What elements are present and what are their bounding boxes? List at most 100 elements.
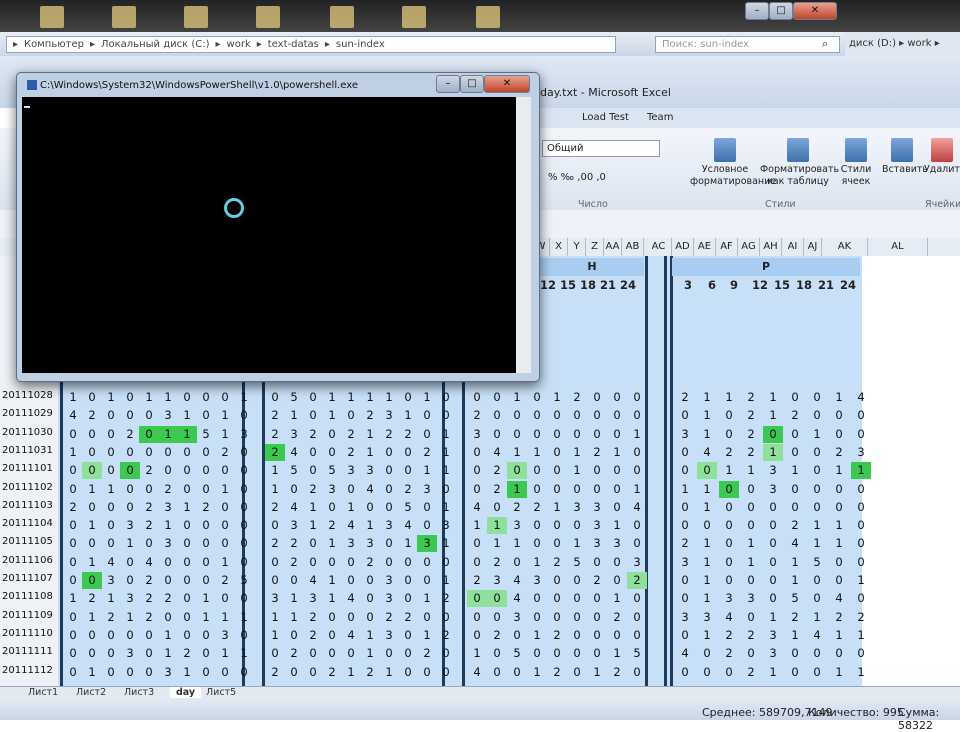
cell-value[interactable]: 1 <box>437 427 455 441</box>
cell-value[interactable]: 0 <box>64 573 82 587</box>
cell-value[interactable]: 2 <box>786 408 804 422</box>
cell-value[interactable]: 0 <box>437 408 455 422</box>
cell-value[interactable]: 2 <box>437 591 455 605</box>
cell-value[interactable]: 1 <box>216 610 234 624</box>
cell-value[interactable]: 1 <box>437 500 455 514</box>
cell-value[interactable]: 2 <box>742 628 760 642</box>
cell-value[interactable]: 1 <box>742 536 760 550</box>
cell-value[interactable]: 4 <box>64 408 82 422</box>
cell-value[interactable]: 0 <box>528 610 546 624</box>
cell-value[interactable]: 1 <box>285 591 303 605</box>
cell-value[interactable]: 0 <box>528 390 546 404</box>
cell-value[interactable]: 2 <box>588 573 606 587</box>
cell-value[interactable]: 1 <box>285 610 303 624</box>
cell-value[interactable]: 1 <box>159 646 177 660</box>
cell-value[interactable]: 0 <box>568 591 586 605</box>
cell-value[interactable]: 2 <box>399 610 417 624</box>
cell-value[interactable]: 0 <box>528 646 546 660</box>
cell-value[interactable]: 1 <box>720 390 738 404</box>
cell-value[interactable]: 0 <box>102 500 120 514</box>
cell-value[interactable]: 0 <box>380 482 398 496</box>
cell-value[interactable]: 1 <box>323 573 341 587</box>
cell-value[interactable]: 0 <box>830 573 848 587</box>
cell-value[interactable]: 2 <box>676 390 694 404</box>
cell-value[interactable]: 2 <box>468 408 486 422</box>
cell-value[interactable]: 0 <box>418 555 436 569</box>
cell-value[interactable]: 4 <box>304 573 322 587</box>
cell-value[interactable]: 1 <box>323 390 341 404</box>
cell-value[interactable]: 2 <box>588 445 606 459</box>
cell-value[interactable]: 0 <box>628 536 646 550</box>
cell-value[interactable]: 5 <box>568 555 586 569</box>
cell-value[interactable]: 0 <box>216 591 234 605</box>
cell-value[interactable]: 0 <box>764 573 782 587</box>
cell-value[interactable]: 4 <box>628 500 646 514</box>
cell-value[interactable]: 0 <box>83 445 101 459</box>
cell-value[interactable]: 0 <box>488 591 506 605</box>
cell-value[interactable]: 0 <box>588 555 606 569</box>
cell-value[interactable]: 3 <box>528 573 546 587</box>
cell-value[interactable]: 1 <box>508 536 526 550</box>
cell-value[interactable]: 1 <box>361 628 379 642</box>
cell-value[interactable]: 0 <box>676 408 694 422</box>
cell-value[interactable]: 0 <box>64 536 82 550</box>
cell-value[interactable]: 0 <box>83 573 101 587</box>
cell-value[interactable]: 0 <box>64 555 82 569</box>
cell-value[interactable]: 2 <box>140 573 158 587</box>
cell-value[interactable]: 0 <box>568 408 586 422</box>
cell-value[interactable]: 0 <box>568 427 586 441</box>
cell-value[interactable]: 0 <box>418 427 436 441</box>
cell-value[interactable]: 3 <box>380 573 398 587</box>
cell-value[interactable]: 0 <box>216 665 234 679</box>
cell-value[interactable]: 0 <box>197 390 215 404</box>
cell-value[interactable]: 1 <box>528 665 546 679</box>
cell-value[interactable]: 0 <box>508 408 526 422</box>
cell-value[interactable]: 0 <box>304 445 322 459</box>
cell-value[interactable]: 2 <box>304 482 322 496</box>
cell-value[interactable]: 0 <box>742 610 760 624</box>
cell-value[interactable]: 0 <box>608 408 626 422</box>
cell-value[interactable]: 1 <box>698 482 716 496</box>
row-header[interactable]: 20111030 <box>2 427 53 438</box>
cell-value[interactable]: 0 <box>197 408 215 422</box>
row-header[interactable]: 20111029 <box>2 408 53 419</box>
cell-value[interactable]: 1 <box>698 555 716 569</box>
cell-value[interactable]: 1 <box>468 518 486 532</box>
cell-value[interactable]: 1 <box>698 390 716 404</box>
cell-value[interactable]: 2 <box>266 500 284 514</box>
cell-value[interactable]: 0 <box>235 500 253 514</box>
cell-value[interactable]: 1 <box>140 390 158 404</box>
cell-value[interactable]: 0 <box>399 628 417 642</box>
cell-value[interactable]: 3 <box>437 518 455 532</box>
maximize-button[interactable]: □ <box>769 2 793 20</box>
row-header[interactable]: 20111108 <box>2 591 53 602</box>
cell-value[interactable]: 0 <box>548 408 566 422</box>
cell-value[interactable]: 1 <box>323 591 341 605</box>
cell-value[interactable]: 2 <box>140 463 158 477</box>
ps-maximize-button[interactable]: □ <box>460 75 484 93</box>
conditional-format-button[interactable]: Условное форматирование <box>690 138 776 188</box>
breadcrumb-item[interactable]: sun-index <box>336 39 385 50</box>
cell-value[interactable]: 1 <box>216 555 234 569</box>
cell-value[interactable]: 0 <box>235 665 253 679</box>
cell-value[interactable]: 0 <box>64 482 82 496</box>
cell-value[interactable]: 0 <box>323 610 341 624</box>
cell-value[interactable]: 0 <box>786 445 804 459</box>
cell-value[interactable]: 2 <box>548 665 566 679</box>
search-icon[interactable]: ⌕ <box>822 37 828 51</box>
cell-value[interactable]: 3 <box>361 536 379 550</box>
cell-value[interactable]: 0 <box>235 463 253 477</box>
cell-value[interactable]: 0 <box>830 427 848 441</box>
cell-value[interactable]: 4 <box>468 665 486 679</box>
cell-value[interactable]: 0 <box>437 646 455 660</box>
cell-value[interactable]: 0 <box>304 646 322 660</box>
cell-value[interactable]: 0 <box>140 536 158 550</box>
column-header[interactable]: AB <box>622 238 644 256</box>
column-header[interactable]: Z <box>586 238 604 256</box>
cell-value[interactable]: 1 <box>437 463 455 477</box>
cell-value[interactable]: 0 <box>548 482 566 496</box>
cell-value[interactable]: 0 <box>786 427 804 441</box>
cell-value[interactable]: 0 <box>468 463 486 477</box>
breadcrumb-item[interactable]: Компьютер <box>24 39 84 50</box>
cell-value[interactable]: 3 <box>698 610 716 624</box>
